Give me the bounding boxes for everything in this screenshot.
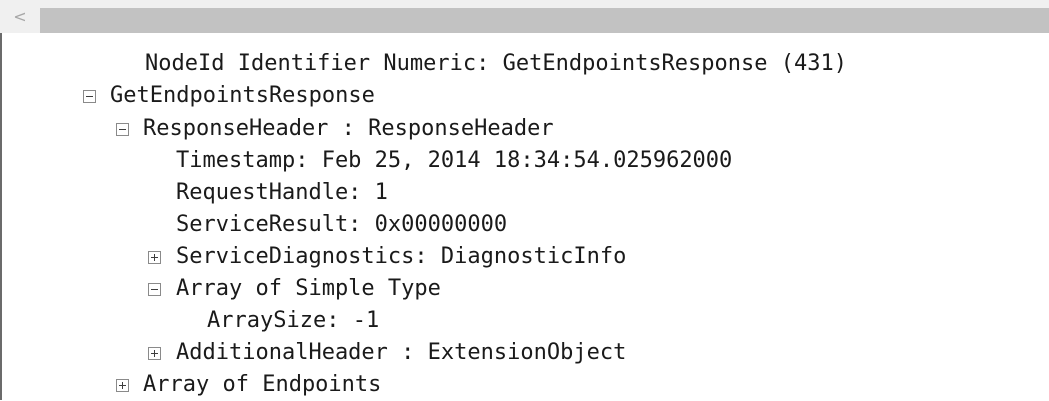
- tree-row-getendpointsresponse[interactable]: GetEndpointsResponse: [110, 80, 375, 112]
- tree-row-arraysize[interactable]: ArraySize: -1: [207, 305, 379, 337]
- tree-row-requesthandle[interactable]: RequestHandle: 1: [176, 177, 388, 209]
- packet-details-tree: NodeId Identifier Numeric: GetEndpointsR…: [0, 33, 1049, 400]
- tree-row-label: Timestamp: Feb 25, 2014 18:34:54.0259620…: [176, 148, 733, 173]
- tree-row-additionalheader[interactable]: AdditionalHeader : ExtensionObject: [176, 337, 626, 369]
- tree-row-label: AdditionalHeader : ExtensionObject: [176, 340, 627, 365]
- expand-icon[interactable]: [148, 251, 161, 264]
- tree-row-label: ArraySize: -1: [207, 308, 380, 333]
- tree-row-timestamp[interactable]: Timestamp: Feb 25, 2014 18:34:54.0259620…: [176, 145, 732, 177]
- tree-row-label: NodeId Identifier Numeric: GetEndpointsR…: [145, 51, 847, 76]
- tree-row-label: Array of Simple Type: [176, 276, 441, 301]
- tree-row-serviceresult[interactable]: ServiceResult: 0x00000000: [176, 209, 507, 241]
- scroll-left-arrow-icon[interactable]: <: [0, 0, 40, 33]
- tree-row-responseheader[interactable]: ResponseHeader : ResponseHeader: [143, 113, 554, 145]
- collapse-icon[interactable]: [83, 90, 96, 103]
- tree-row-label: Array of Endpoints: [143, 372, 382, 397]
- scrollbar-thumb[interactable]: [40, 8, 1049, 33]
- expand-icon[interactable]: [148, 347, 161, 360]
- tree-row-label: ServiceResult: 0x00000000: [176, 212, 508, 237]
- tree-row-array-of-endpoints[interactable]: Array of Endpoints: [143, 369, 381, 401]
- tree-row-array-of-simple-type[interactable]: Array of Simple Type: [176, 273, 441, 305]
- tree-row-servicediagnostics[interactable]: ServiceDiagnostics: DiagnosticInfo: [176, 241, 626, 273]
- tree-row-label: ServiceDiagnostics: DiagnosticInfo: [176, 244, 627, 269]
- collapse-icon[interactable]: [148, 283, 161, 296]
- tree-row-nodeid[interactable]: NodeId Identifier Numeric: GetEndpointsR…: [145, 48, 847, 80]
- horizontal-scrollbar[interactable]: <: [0, 0, 1049, 33]
- panel-left-border: [0, 33, 2, 400]
- tree-row-label: GetEndpointsResponse: [110, 83, 375, 108]
- tree-row-label: ResponseHeader : ResponseHeader: [143, 116, 554, 141]
- expand-icon[interactable]: [116, 379, 129, 392]
- collapse-icon[interactable]: [116, 123, 129, 136]
- tree-row-label: RequestHandle: 1: [176, 180, 388, 205]
